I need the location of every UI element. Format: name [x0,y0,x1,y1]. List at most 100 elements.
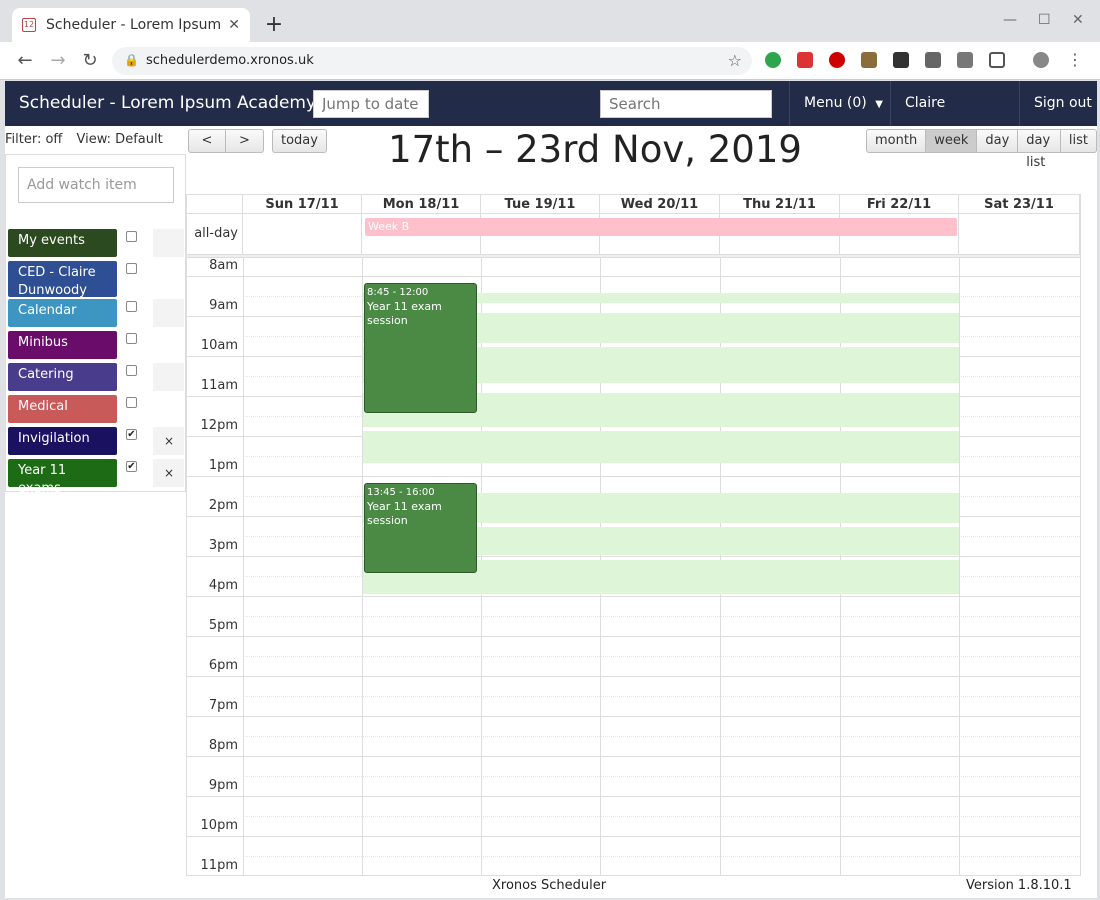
extension-green-icon[interactable] [765,52,781,68]
all-day-cell[interactable] [959,214,1080,254]
address-bar[interactable]: 🔒 schedulerdemo.xronos.uk ☆ [112,47,752,75]
view-list-button[interactable]: list [1061,130,1096,152]
hour-label: 7pm [208,698,238,713]
view-status[interactable]: View: Default [77,132,163,147]
browser-tab[interactable]: 12 Scheduler - Lorem Ipsum A ✕ [12,8,250,42]
extension-house-icon[interactable] [861,52,877,68]
extension-paw-icon[interactable] [893,52,909,68]
calendar-label[interactable]: Minibus [8,331,117,359]
event-time: 13:45 - 16:00 [367,487,435,498]
day-header[interactable]: Sun 17/11 [243,195,362,214]
calendar-label[interactable]: Calendar [8,299,117,327]
background-block [363,431,959,463]
calendar-favicon-icon: 12 [22,18,36,32]
app-brand[interactable]: Scheduler - Lorem Ipsum Academy [19,93,316,113]
hour-line [187,796,1080,797]
forward-icon[interactable]: → [47,50,69,71]
calendar-cell [153,299,184,327]
hour-line [187,276,1080,277]
bookmark-star-icon[interactable]: ☆ [728,51,742,70]
reload-icon[interactable]: ↻ [79,50,101,71]
calendar-checkbox[interactable] [126,231,137,242]
half-hour-line [243,616,1080,617]
calendar-checkbox[interactable] [126,397,137,408]
hour-label: 12pm [200,418,238,433]
day-header[interactable]: Fri 22/11 [840,195,959,214]
hour-label: 9am [209,298,238,313]
exam-event-afternoon[interactable]: 13:45 - 16:00 Year 11 exam session [364,483,477,573]
calendar-label[interactable]: My events [8,229,117,257]
minimize-icon[interactable]: — [1003,12,1017,28]
calendar-label[interactable]: Catering [8,363,117,391]
jump-to-date-input[interactable] [313,90,429,118]
remove-calendar-icon[interactable]: × [164,466,174,480]
menu-label: Menu (0) [804,95,867,111]
day-header[interactable]: Tue 19/11 [481,195,600,214]
view-switcher: month week day day list list [866,129,1097,170]
extension-screenshot-icon[interactable] [989,52,1005,68]
calendar-cell [153,229,184,257]
day-header[interactable]: Sat 23/11 [959,195,1080,214]
calendar-checkbox[interactable] [126,365,137,376]
profile-avatar[interactable] [1033,52,1049,68]
close-window-icon[interactable]: ✕ [1072,12,1084,28]
half-hour-line [243,776,1080,777]
footer-app-name: Xronos Scheduler [492,878,607,893]
lock-icon: 🔒 [124,53,139,67]
view-day-button[interactable]: day [977,130,1019,152]
view-day-list-button[interactable]: day list [1018,130,1061,170]
all-day-cell[interactable] [243,214,362,254]
day-header[interactable]: Wed 20/11 [600,195,720,214]
calendar-checkbox[interactable] [126,301,137,312]
calendar-checkbox[interactable] [126,333,137,344]
prev-button[interactable]: < [189,130,226,152]
maximize-icon[interactable]: ☐ [1038,12,1051,28]
filter-status[interactable]: Filter: off [5,132,62,147]
user-name-link[interactable]: Claire Dunwoody [890,81,1018,156]
calendar-checkbox[interactable]: ✔ [126,429,137,440]
search-input[interactable] [600,90,772,118]
close-tab-icon[interactable]: ✕ [228,17,240,33]
page-content: Filter: off View: Default Add watch item… [5,126,1097,898]
extension-shield-icon[interactable] [925,52,941,68]
extension-mail-icon[interactable] [957,52,973,68]
day-header[interactable]: Mon 18/11 [362,195,481,214]
hour-line [187,596,1080,597]
menu-button[interactable]: Menu (0) ▼ [789,81,889,126]
event-title: Year 11 exam session [367,500,442,527]
extension-red-icon[interactable] [797,52,813,68]
new-tab-icon[interactable]: + [262,12,286,37]
back-icon[interactable]: ← [14,50,36,71]
calendar-sidebar: Add watch item My events CED - Claire Dun… [5,154,186,496]
hour-line [187,556,1080,557]
view-week-button[interactable]: week [926,130,978,152]
all-day-label: all-day [187,214,243,254]
hour-label: 11am [200,378,238,393]
week-b-event[interactable]: Week B [365,218,957,236]
adblock-icon[interactable] [829,52,845,68]
hour-line [187,836,1080,837]
footer-version: Version 1.8.10.1 [966,878,1072,893]
calendar-label[interactable]: CED - Claire Dunwoody [8,261,117,298]
browser-toolbar: ← → ↻ 🔒 schedulerdemo.xronos.uk ☆ ⋮ [0,42,1100,80]
hour-line [187,676,1080,677]
calendar-label[interactable]: Invigilation [8,427,117,455]
calendar-label[interactable]: Medical [8,395,117,423]
browser-menu-icon[interactable]: ⋮ [1064,50,1086,69]
calendar-label[interactable]: Year 11 exams [8,459,117,496]
url-text: schedulerdemo.xronos.uk [146,53,314,68]
hour-label: 8am [209,258,238,273]
calendar-checkbox[interactable] [126,263,137,274]
hour-label: 9pm [208,778,238,793]
browser-tabbar: 12 Scheduler - Lorem Ipsum A ✕ + — ☐ ✕ [0,0,1100,42]
calendar-checkbox[interactable]: ✔ [126,461,137,472]
remove-calendar-icon[interactable]: × [164,434,174,448]
view-month-button[interactable]: month [867,130,927,152]
next-button[interactable]: > [226,130,263,152]
exam-event-morning[interactable]: 8:45 - 12:00 Year 11 exam session [364,283,477,413]
hour-label: 8pm [208,738,238,753]
add-watch-item-input[interactable]: Add watch item [18,167,174,203]
sign-out-button[interactable]: Sign out [1019,81,1097,126]
day-header[interactable]: Thu 21/11 [720,195,840,214]
hour-line [187,716,1080,717]
